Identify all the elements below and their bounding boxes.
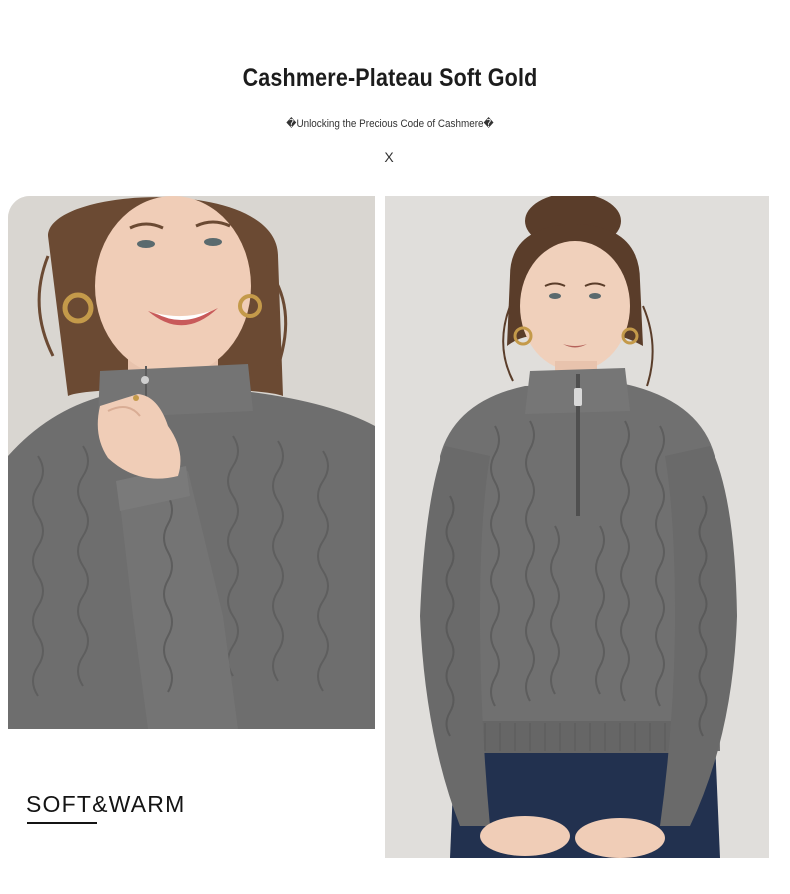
page-subtitle: �Unlocking the Precious Code of Cashmere…: [286, 118, 494, 130]
product-photo-left: [8, 196, 375, 729]
photo-right-illustration: [385, 196, 769, 858]
photo-left-illustration: [8, 196, 375, 729]
soft-warm-caption: SOFT&WARM: [26, 791, 186, 817]
product-photo-right: [385, 196, 769, 858]
caption-underline: [27, 822, 97, 824]
separator-mark: X: [384, 149, 394, 165]
header-section: Cashmere-Plateau Soft Gold �Unlocking th…: [0, 0, 790, 190]
page-title: Cashmere-Plateau Soft Gold: [242, 64, 538, 92]
